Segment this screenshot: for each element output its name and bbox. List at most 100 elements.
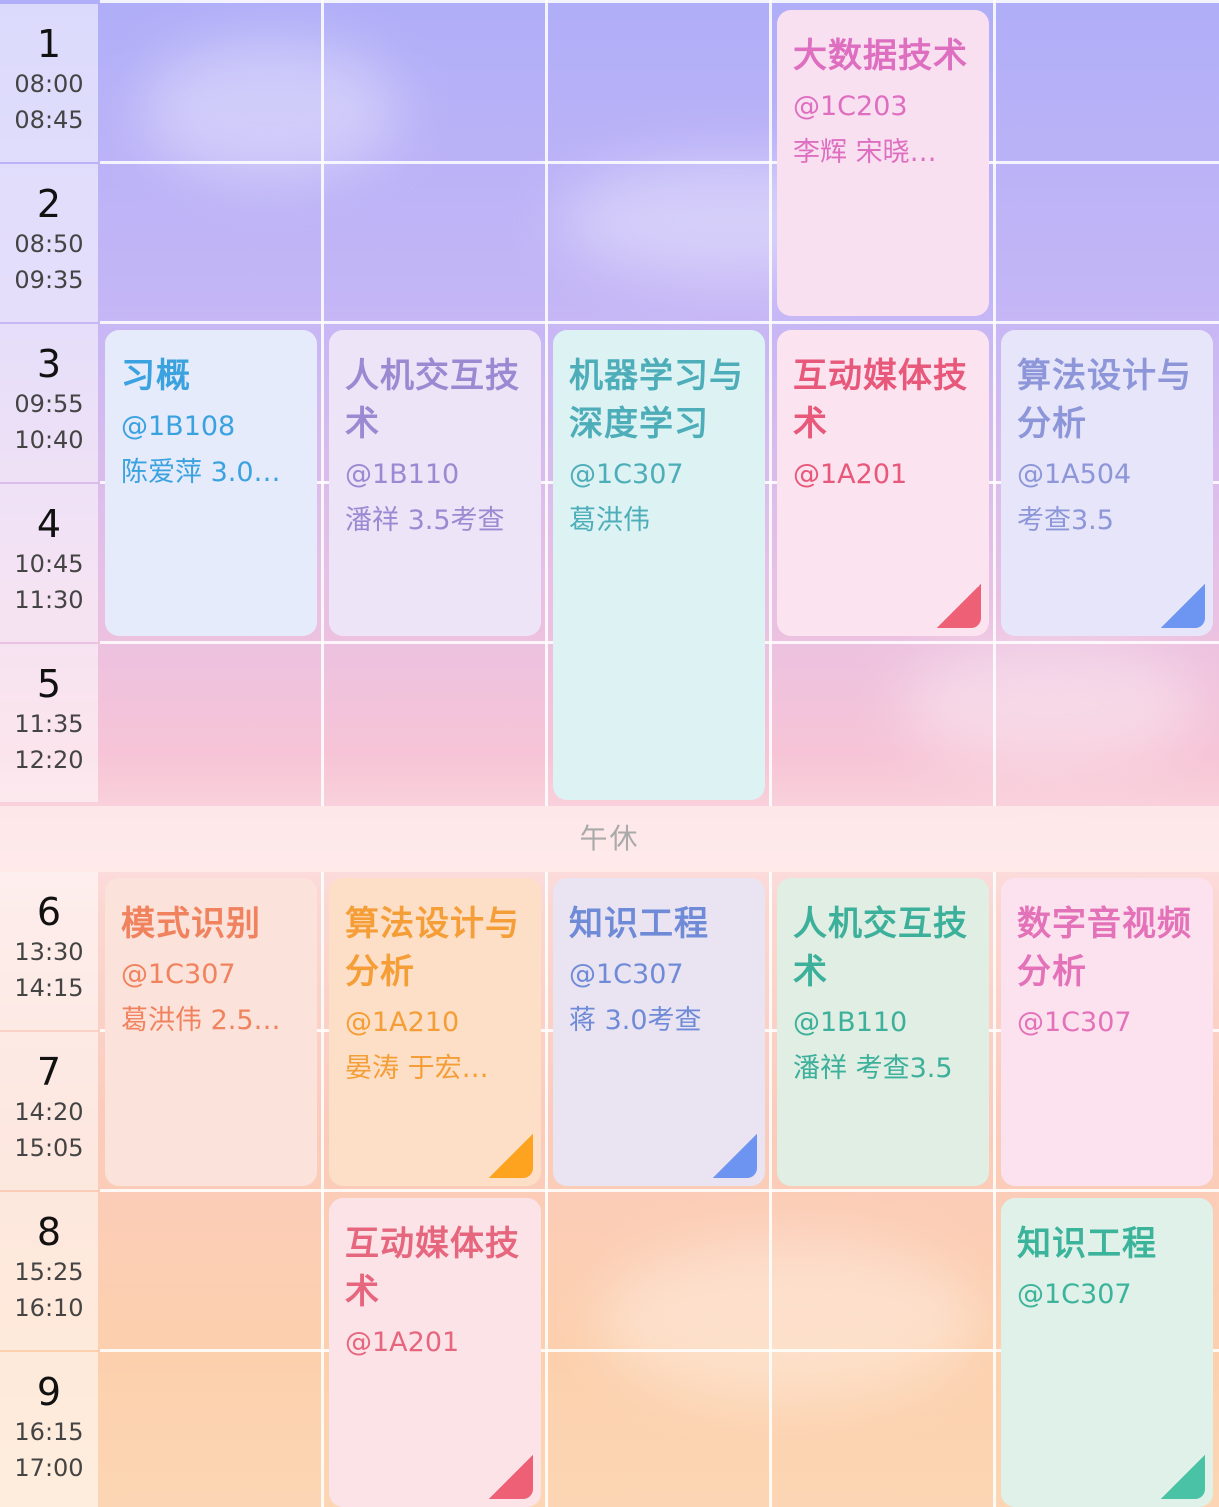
course-title: 互动媒体技术 <box>793 356 968 444</box>
course-card[interactable]: 数字音视频分析 @1C307 <box>1001 878 1213 1186</box>
course-card[interactable]: 知识工程 @1C307 <box>1001 1198 1213 1507</box>
corner-marker-icon <box>1161 1455 1205 1499</box>
course-card[interactable]: 模式识别 @1C307 葛洪伟 2.5… <box>105 878 317 1186</box>
course-room: @1A504 <box>1017 459 1132 490</box>
period-start: 11:35 <box>14 710 84 738</box>
grid-line <box>100 321 1219 324</box>
period-end: 16:10 <box>14 1294 84 1322</box>
corner-marker-icon <box>489 1134 533 1178</box>
course-card[interactable]: 算法设计与分析 @1A210 晏涛 于宏… <box>329 878 541 1186</box>
period-number: 9 <box>36 1370 62 1414</box>
time-slot-2: 2 08:50 09:35 <box>0 164 98 322</box>
period-start: 08:50 <box>14 230 84 258</box>
course-card[interactable]: 互动媒体技术 @1A201 <box>329 1198 541 1507</box>
course-room: @1A210 <box>345 1007 460 1038</box>
corner-marker-icon <box>713 1134 757 1178</box>
lunch-break-label: 午休 <box>0 806 1219 872</box>
period-end: 11:30 <box>14 586 84 614</box>
time-slot-1: 1 08:00 08:45 <box>0 4 98 162</box>
course-card[interactable]: 机器学习与深度学习 @1C307 葛洪伟 <box>553 330 765 800</box>
period-number: 8 <box>36 1210 62 1254</box>
cloud-decoration <box>140 40 400 180</box>
period-number: 4 <box>36 502 62 546</box>
course-room: @1C307 <box>1017 1279 1132 1310</box>
time-slot-8: 8 15:25 16:10 <box>0 1192 98 1350</box>
course-teacher: 蒋 3.0考查 <box>569 1005 702 1036</box>
time-slot-3: 3 09:55 10:40 <box>0 324 98 482</box>
time-column: 1 08:00 08:45 2 08:50 09:35 3 09:55 10:4… <box>0 0 98 1507</box>
period-number: 5 <box>36 662 62 706</box>
course-room: @1B110 <box>345 459 460 490</box>
course-teacher: 晏涛 于宏… <box>345 1053 489 1084</box>
period-start: 14:20 <box>14 1098 84 1126</box>
course-title: 算法设计与分析 <box>345 904 520 992</box>
course-card[interactable]: 互动媒体技术 @1A201 <box>777 330 989 636</box>
period-end: 08:45 <box>14 106 84 134</box>
course-card[interactable]: 算法设计与分析 @1A504 考查3.5 <box>1001 330 1213 636</box>
course-title: 人机交互技术 <box>793 904 968 992</box>
period-end: 10:40 <box>14 426 84 454</box>
period-end: 12:20 <box>14 746 84 774</box>
corner-marker-icon <box>489 1455 533 1499</box>
course-title: 模式识别 <box>121 904 261 944</box>
course-room: @1C203 <box>793 91 908 122</box>
period-number: 1 <box>36 22 62 66</box>
time-slot-7: 7 14:20 15:05 <box>0 1032 98 1190</box>
period-number: 2 <box>36 182 62 226</box>
grid-line <box>993 872 996 1507</box>
period-end: 17:00 <box>14 1454 84 1482</box>
course-teacher: 李辉 宋晓… <box>793 137 937 168</box>
course-title: 人机交互技术 <box>345 356 520 444</box>
course-room: @1B108 <box>121 411 236 442</box>
course-teacher: 葛洪伟 <box>569 505 650 536</box>
course-room: @1C307 <box>569 959 684 990</box>
time-slot-6: 6 13:30 14:15 <box>0 872 98 1030</box>
course-card[interactable]: 知识工程 @1C307 蒋 3.0考查 <box>553 878 765 1186</box>
grid-line <box>993 0 996 806</box>
course-teacher: 陈爱萍 3.0… <box>121 457 281 488</box>
period-start: 09:55 <box>14 390 84 418</box>
cloud-decoration <box>600 1240 980 1400</box>
course-room: @1B110 <box>793 1007 908 1038</box>
course-title: 机器学习与深度学习 <box>569 356 744 444</box>
course-card[interactable]: 人机交互技术 @1B110 潘祥 考查3.5 <box>777 878 989 1186</box>
period-start: 13:30 <box>14 938 84 966</box>
course-title: 知识工程 <box>1017 1224 1157 1264</box>
period-start: 15:25 <box>14 1258 84 1286</box>
course-title: 习概 <box>121 356 191 396</box>
period-end: 09:35 <box>14 266 84 294</box>
period-start: 08:00 <box>14 70 84 98</box>
period-end: 15:05 <box>14 1134 84 1162</box>
period-number: 3 <box>36 342 62 386</box>
course-title: 大数据技术 <box>793 36 968 76</box>
course-room: @1A201 <box>793 459 908 490</box>
grid-line <box>769 872 772 1507</box>
course-teacher: 潘祥 考查3.5 <box>793 1053 953 1084</box>
course-card[interactable]: 大数据技术 @1C203 李辉 宋晓… <box>777 10 989 316</box>
period-number: 7 <box>36 1050 62 1094</box>
course-card[interactable]: 习概 @1B108 陈爱萍 3.0… <box>105 330 317 636</box>
grid-line <box>100 161 1219 164</box>
period-end: 14:15 <box>14 974 84 1002</box>
course-note: 考查3.5 <box>1017 505 1114 536</box>
course-title: 互动媒体技术 <box>345 1224 520 1312</box>
time-slot-9: 9 16:15 17:00 <box>0 1352 98 1507</box>
course-title: 数字音视频分析 <box>1017 904 1192 992</box>
grid-line <box>321 872 324 1507</box>
period-number: 6 <box>36 890 62 934</box>
grid-line <box>545 872 548 1507</box>
grid-line <box>100 1189 1219 1192</box>
course-room: @1C307 <box>569 459 684 490</box>
course-title: 知识工程 <box>569 904 709 944</box>
course-title: 算法设计与分析 <box>1017 356 1192 444</box>
grid-line <box>321 0 324 806</box>
course-room: @1A201 <box>345 1327 460 1358</box>
grid-line <box>769 0 772 806</box>
course-card[interactable]: 人机交互技术 @1B110 潘祥 3.5考查 <box>329 330 541 636</box>
course-room: @1C307 <box>121 959 236 990</box>
period-start: 16:15 <box>14 1418 84 1446</box>
cloud-decoration <box>900 640 1200 770</box>
grid-line <box>545 0 548 806</box>
course-room: @1C307 <box>1017 1007 1132 1038</box>
grid-line <box>100 0 1219 3</box>
